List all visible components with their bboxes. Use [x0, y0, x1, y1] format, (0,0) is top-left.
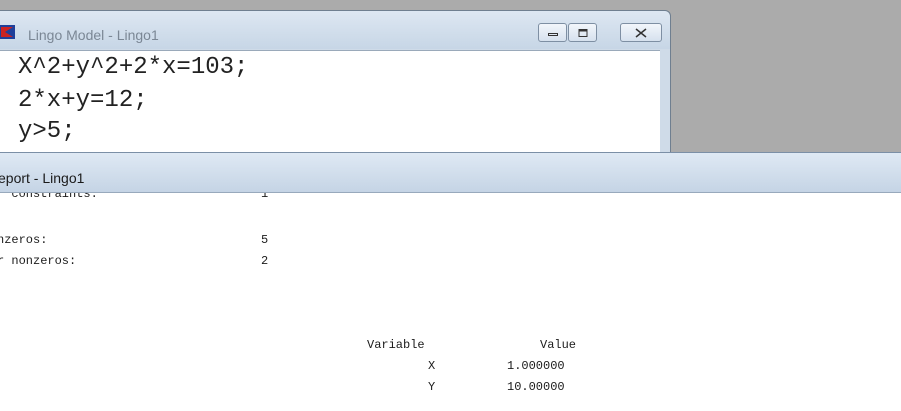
model-window-titlebar[interactable]: Lingo Model - Lingo1 — [0, 11, 670, 49]
stat-value: 2 — [261, 254, 269, 268]
table-row-variable: Y — [428, 380, 436, 394]
model-editor[interactable]: X^2+y^2+2*x=103; 2*x+y=12; y>5; — [0, 50, 660, 161]
minimize-icon — [547, 32, 558, 36]
report-window-titlebar[interactable]: eport - Lingo1 — [0, 153, 901, 193]
stat-value: 1 — [261, 193, 269, 201]
close-icon — [635, 27, 647, 38]
table-row-value: 10.00000 — [507, 380, 565, 394]
stat-label: r nonzeros: — [0, 254, 77, 268]
stat-label: nzeros: — [0, 233, 48, 247]
code-line[interactable]: 2*x+y=12; — [18, 87, 148, 115]
report-window[interactable]: eport - Lingo1 r constraints: 1 nzeros: … — [0, 152, 901, 411]
table-header-value: Value — [540, 338, 577, 352]
maximize-icon — [578, 28, 587, 37]
model-window[interactable]: Lingo Model - Lingo1 X^2+y^2+2*x=103; 2*… — [0, 10, 671, 161]
stat-label: r constraints: — [0, 193, 98, 201]
table-row-variable: X — [428, 359, 436, 373]
stat-value: 5 — [261, 233, 269, 247]
code-line[interactable]: X^2+y^2+2*x=103; — [18, 54, 248, 82]
maximize-button[interactable] — [568, 23, 597, 42]
close-button[interactable] — [620, 23, 662, 42]
lingo-app-icon — [0, 25, 15, 39]
report-body[interactable]: r constraints: 1 nzeros: 5 r nonzeros: 2… — [0, 193, 901, 411]
table-header-variable: Variable — [367, 338, 425, 352]
table-row-value: 1.000000 — [507, 359, 565, 373]
minimize-button[interactable] — [538, 23, 567, 42]
code-line[interactable]: y>5; — [18, 118, 76, 146]
report-window-title: eport - Lingo1 — [0, 170, 85, 186]
model-window-title: Lingo Model - Lingo1 — [28, 27, 159, 43]
